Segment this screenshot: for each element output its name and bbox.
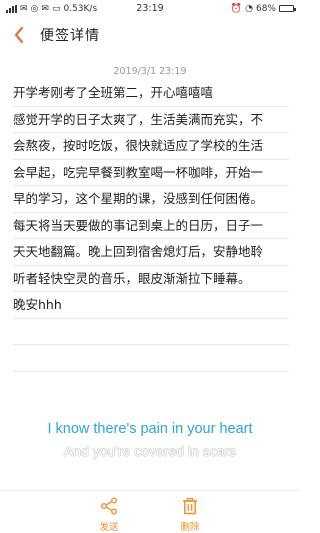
delete-label: 删除 [180, 522, 200, 533]
battery-icon [279, 5, 296, 12]
note-line: 早的学习，这个星期的课，没感到任何困倦。 [13, 186, 289, 213]
note-line: 开学考刚考了全班第二，开心嘻嘻嘻 [13, 80, 289, 107]
note-timestamp: 2019/3/1 23:19 [113, 66, 187, 77]
note-line: 会熬夜，按时吃饭，很快就适应了学校的生活 [13, 133, 289, 160]
send-button[interactable]: 发送 [89, 496, 129, 533]
trash-icon [180, 496, 200, 516]
note-line [13, 319, 289, 345]
mail-icon: ▭ [51, 3, 61, 14]
battery-percent: 68% [255, 3, 276, 14]
alarm-icon: ⏰ [230, 3, 243, 14]
note-line: 听者轻快空灵的音乐，眼皮渐渐拉下睡幕。 [13, 266, 289, 292]
share-icon [99, 496, 119, 516]
note-line [13, 345, 289, 372]
app-header: 便签详情 [0, 17, 300, 53]
wifi-icon: ◔ [245, 3, 253, 14]
note-line: 每天将当天要做的事记到桌上的日历，日子一 [13, 213, 289, 239]
message-icon-2: ✉ [41, 3, 49, 14]
signal-icon [6, 4, 17, 13]
wechat-icon: ◎ [30, 3, 39, 14]
status-right: ⏰ ◔ 68% [230, 3, 296, 14]
bottom-action-bar: 发送 删除 [0, 490, 300, 533]
back-arrow-icon[interactable] [10, 23, 28, 47]
send-label: 发送 [99, 522, 119, 533]
lyric-next-line: And you're covered in scars [63, 443, 237, 459]
delete-button[interactable]: 删除 [170, 496, 210, 533]
message-icon: ✉ [20, 3, 28, 14]
lyric-current-line: I know there's pain in your heart [47, 421, 253, 437]
status-left: ✉ ◎ ✉ ▭ 0.53K/s [6, 4, 97, 14]
note-line: 感觉开学的日子太爽了，生活美满而充实，不 [13, 107, 289, 133]
status-bar: ✉ ◎ ✉ ▭ 0.53K/s 23:19 ⏰ ◔ 68% [0, 0, 300, 17]
note-line: 天天地翻篇。晚上回到宿舍熄灯后，安静地聆 [13, 239, 289, 266]
note-body[interactable]: 开学考刚考了全班第二，开心嘻嘻嘻 感觉开学的日子太爽了，生活美满而充实，不 会熬… [13, 80, 289, 372]
network-speed: 0.53K/s [63, 3, 98, 14]
note-line: 晚安hhh [13, 292, 289, 319]
note-line: 会早起，吃完早餐到教室喝一杯咖啡，开始一 [13, 160, 289, 186]
floating-lyrics: I know there's pain in your heart And yo… [0, 418, 300, 462]
page-title: 便签详情 [40, 28, 100, 44]
